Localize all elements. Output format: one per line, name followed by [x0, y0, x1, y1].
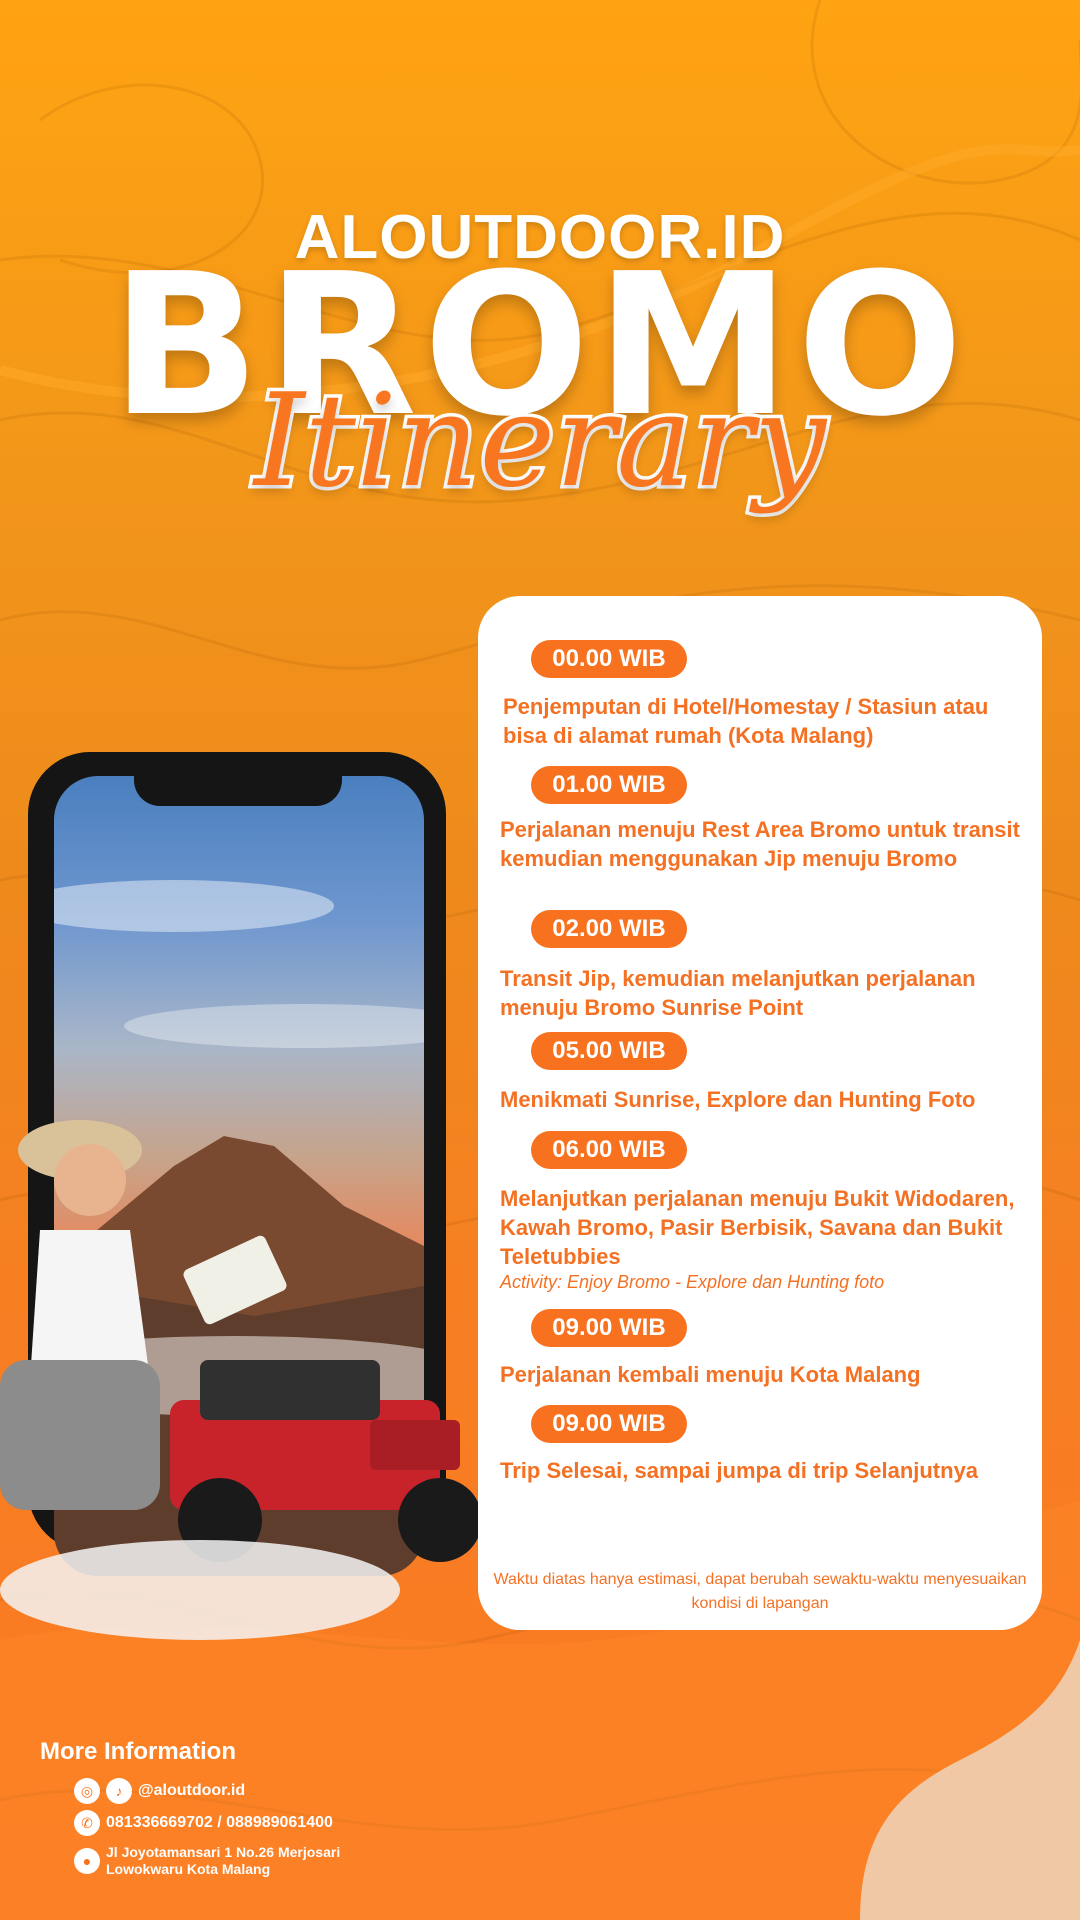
instagram-icon: ◎: [74, 1778, 100, 1804]
address-line-2: Lowokwaru Kota Malang: [106, 1861, 271, 1877]
phone-numbers[interactable]: 081336669702 / 088989061400: [106, 1814, 333, 1832]
time-badge: 09.00 WIB: [531, 1309, 687, 1347]
time-badge: 02.00 WIB: [531, 910, 687, 948]
time-badge: 01.00 WIB: [531, 766, 687, 804]
schedule-description: Perjalanan menuju Rest Area Bromo untuk …: [500, 817, 1020, 871]
schedule-description: Melanjutkan perjalanan menuju Bukit Wido…: [500, 1186, 1015, 1269]
schedule-description: Perjalanan kembali menuju Kota Malang: [500, 1362, 921, 1387]
schedule-description: Trip Selesai, sampai jumpa di trip Selan…: [500, 1458, 979, 1483]
subtitle: Itinerary: [250, 367, 829, 516]
address-row: ● Jl Joyotamansari 1 No.26 Merjosari Low…: [74, 1844, 340, 1878]
schedule-description: Menikmati Sunrise, Explore dan Hunting F…: [500, 1087, 976, 1112]
time-badge: 06.00 WIB: [531, 1131, 687, 1169]
phone-row[interactable]: ✆ 081336669702 / 088989061400: [74, 1810, 333, 1836]
phone-notch: [134, 776, 342, 806]
address-line-1: Jl Joyotamansari 1 No.26 Merjosari: [106, 1844, 341, 1860]
traveler-jeep-illustration: [0, 1120, 482, 1640]
more-information-title: More Information: [40, 1738, 236, 1765]
time-badge: 09.00 WIB: [531, 1405, 687, 1443]
schedule-description: Penjemputan di Hotel/Homestay / Stasiun …: [503, 694, 989, 748]
whatsapp-icon: ✆: [74, 1810, 100, 1836]
time-badge: 05.00 WIB: [531, 1032, 687, 1070]
schedule-description: Transit Jip, kemudian melanjutkan perjal…: [500, 966, 976, 1020]
social-handle[interactable]: @aloutdoor.id: [138, 1782, 245, 1800]
activity-note: Activity: Enjoy Bromo - Explore dan Hunt…: [500, 1272, 885, 1292]
tiktok-icon: ♪: [106, 1778, 132, 1804]
time-badge: 00.00 WIB: [531, 640, 687, 678]
disclaimer-text: Waktu diatas hanya estimasi, dapat berub…: [493, 1571, 1027, 1612]
social-row[interactable]: ◎ ♪ @aloutdoor.id: [74, 1778, 245, 1804]
location-pin-icon: ●: [74, 1848, 100, 1874]
